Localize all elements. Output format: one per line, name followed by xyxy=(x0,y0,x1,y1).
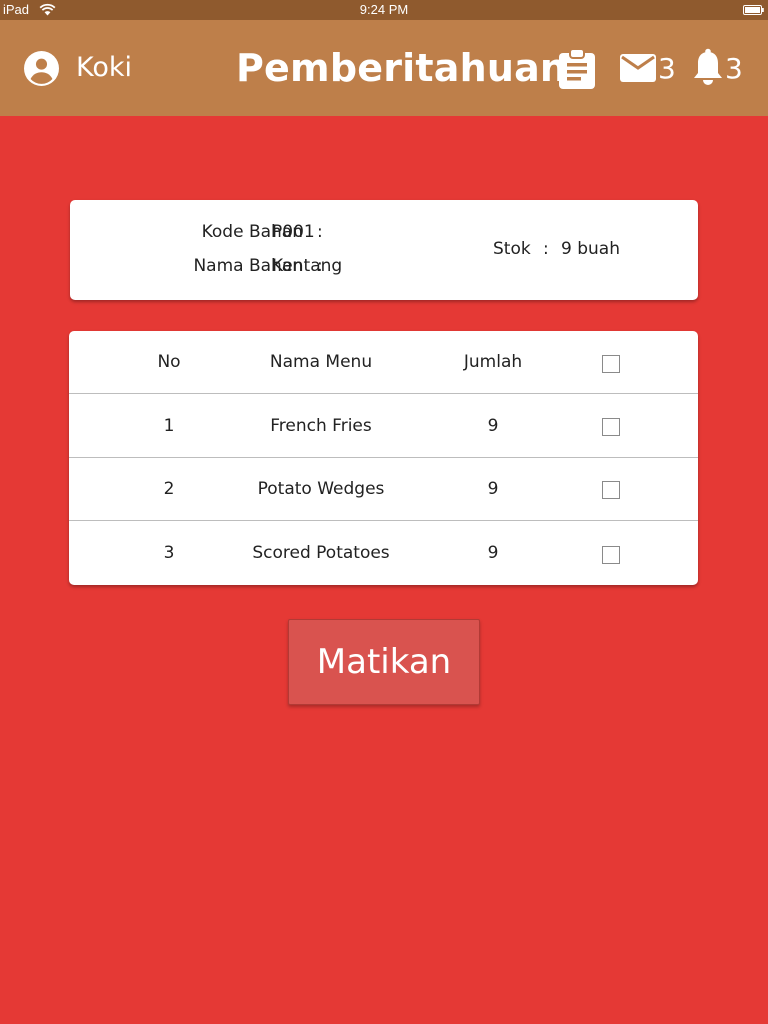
row-checkbox[interactable] xyxy=(602,481,620,499)
row-no: 1 xyxy=(163,416,175,436)
table-header-row: No Nama Menu Jumlah xyxy=(69,331,698,394)
stock-separator: : xyxy=(543,239,549,259)
table-row: 3 Scored Potatoes 9 xyxy=(69,522,698,585)
row-checkbox[interactable] xyxy=(602,546,620,564)
account-circle-icon[interactable] xyxy=(24,51,59,86)
battery-icon xyxy=(743,5,764,15)
notification-count-badge: 3 xyxy=(725,52,743,85)
user-name[interactable]: Koki xyxy=(76,48,132,88)
row-no: 3 xyxy=(163,543,175,563)
header-quantity: Jumlah xyxy=(463,352,523,372)
stock-value: 9 buah xyxy=(561,239,620,259)
stock-label: Stok xyxy=(493,239,531,259)
mail-count-badge: 3 xyxy=(658,52,676,85)
row-no: 2 xyxy=(163,479,175,499)
row-quantity: 9 xyxy=(487,416,499,436)
page-title: Pemberitahuan xyxy=(236,46,568,90)
row-quantity: 9 xyxy=(487,479,499,499)
code-value: P001 xyxy=(272,222,315,242)
header-no: No xyxy=(157,352,181,372)
status-bar: iPad 9:24 PM xyxy=(0,0,768,20)
mail-icon[interactable] xyxy=(620,54,656,82)
row-checkbox[interactable] xyxy=(602,418,620,436)
name-value: Kentang xyxy=(272,256,343,276)
row-quantity: 9 xyxy=(487,543,499,563)
bell-icon[interactable] xyxy=(692,48,724,86)
code-separator: : xyxy=(317,222,323,242)
clock-label: 9:24 PM xyxy=(359,2,409,17)
menu-table: No Nama Menu Jumlah 1 French Fries 9 2 P… xyxy=(69,331,698,585)
table-row: 2 Potato Wedges 9 xyxy=(69,458,698,521)
table-row: 1 French Fries 9 xyxy=(69,395,698,458)
row-menu-name: French Fries xyxy=(270,416,372,436)
turn-off-button[interactable]: Matikan xyxy=(288,619,480,705)
app-header: Koki Pemberitahuan 3 3 xyxy=(0,20,768,116)
row-menu-name: Potato Wedges xyxy=(257,479,385,499)
select-all-checkbox[interactable] xyxy=(602,355,620,373)
clipboard-icon[interactable] xyxy=(558,48,596,90)
ingredient-info-card: Kode Bahan : P001 Nama Bahan : Kentang S… xyxy=(70,200,698,300)
header-menu-name: Nama Menu xyxy=(269,352,373,372)
row-menu-name: Scored Potatoes xyxy=(252,543,390,563)
